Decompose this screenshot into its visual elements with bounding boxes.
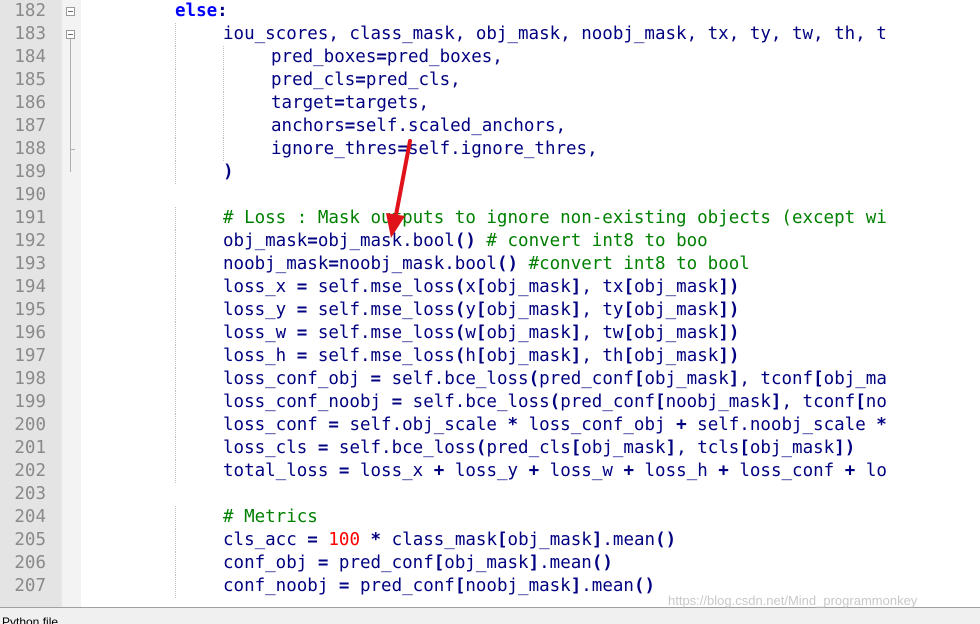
fold-toggle-icon[interactable] (66, 7, 75, 16)
fold-toggle-icon[interactable] (66, 30, 75, 39)
watermark: https://blog.csdn.net/Mind_programmonkey (668, 593, 918, 608)
annotation-arrow-icon (386, 139, 412, 238)
fold-line (70, 39, 71, 172)
status-bar: Python file (0, 607, 980, 624)
code-editor[interactable]: 182 else: 183 iou_scores, class_mask, obj_m… (0, 0, 980, 607)
fold-end-marker (70, 149, 75, 150)
